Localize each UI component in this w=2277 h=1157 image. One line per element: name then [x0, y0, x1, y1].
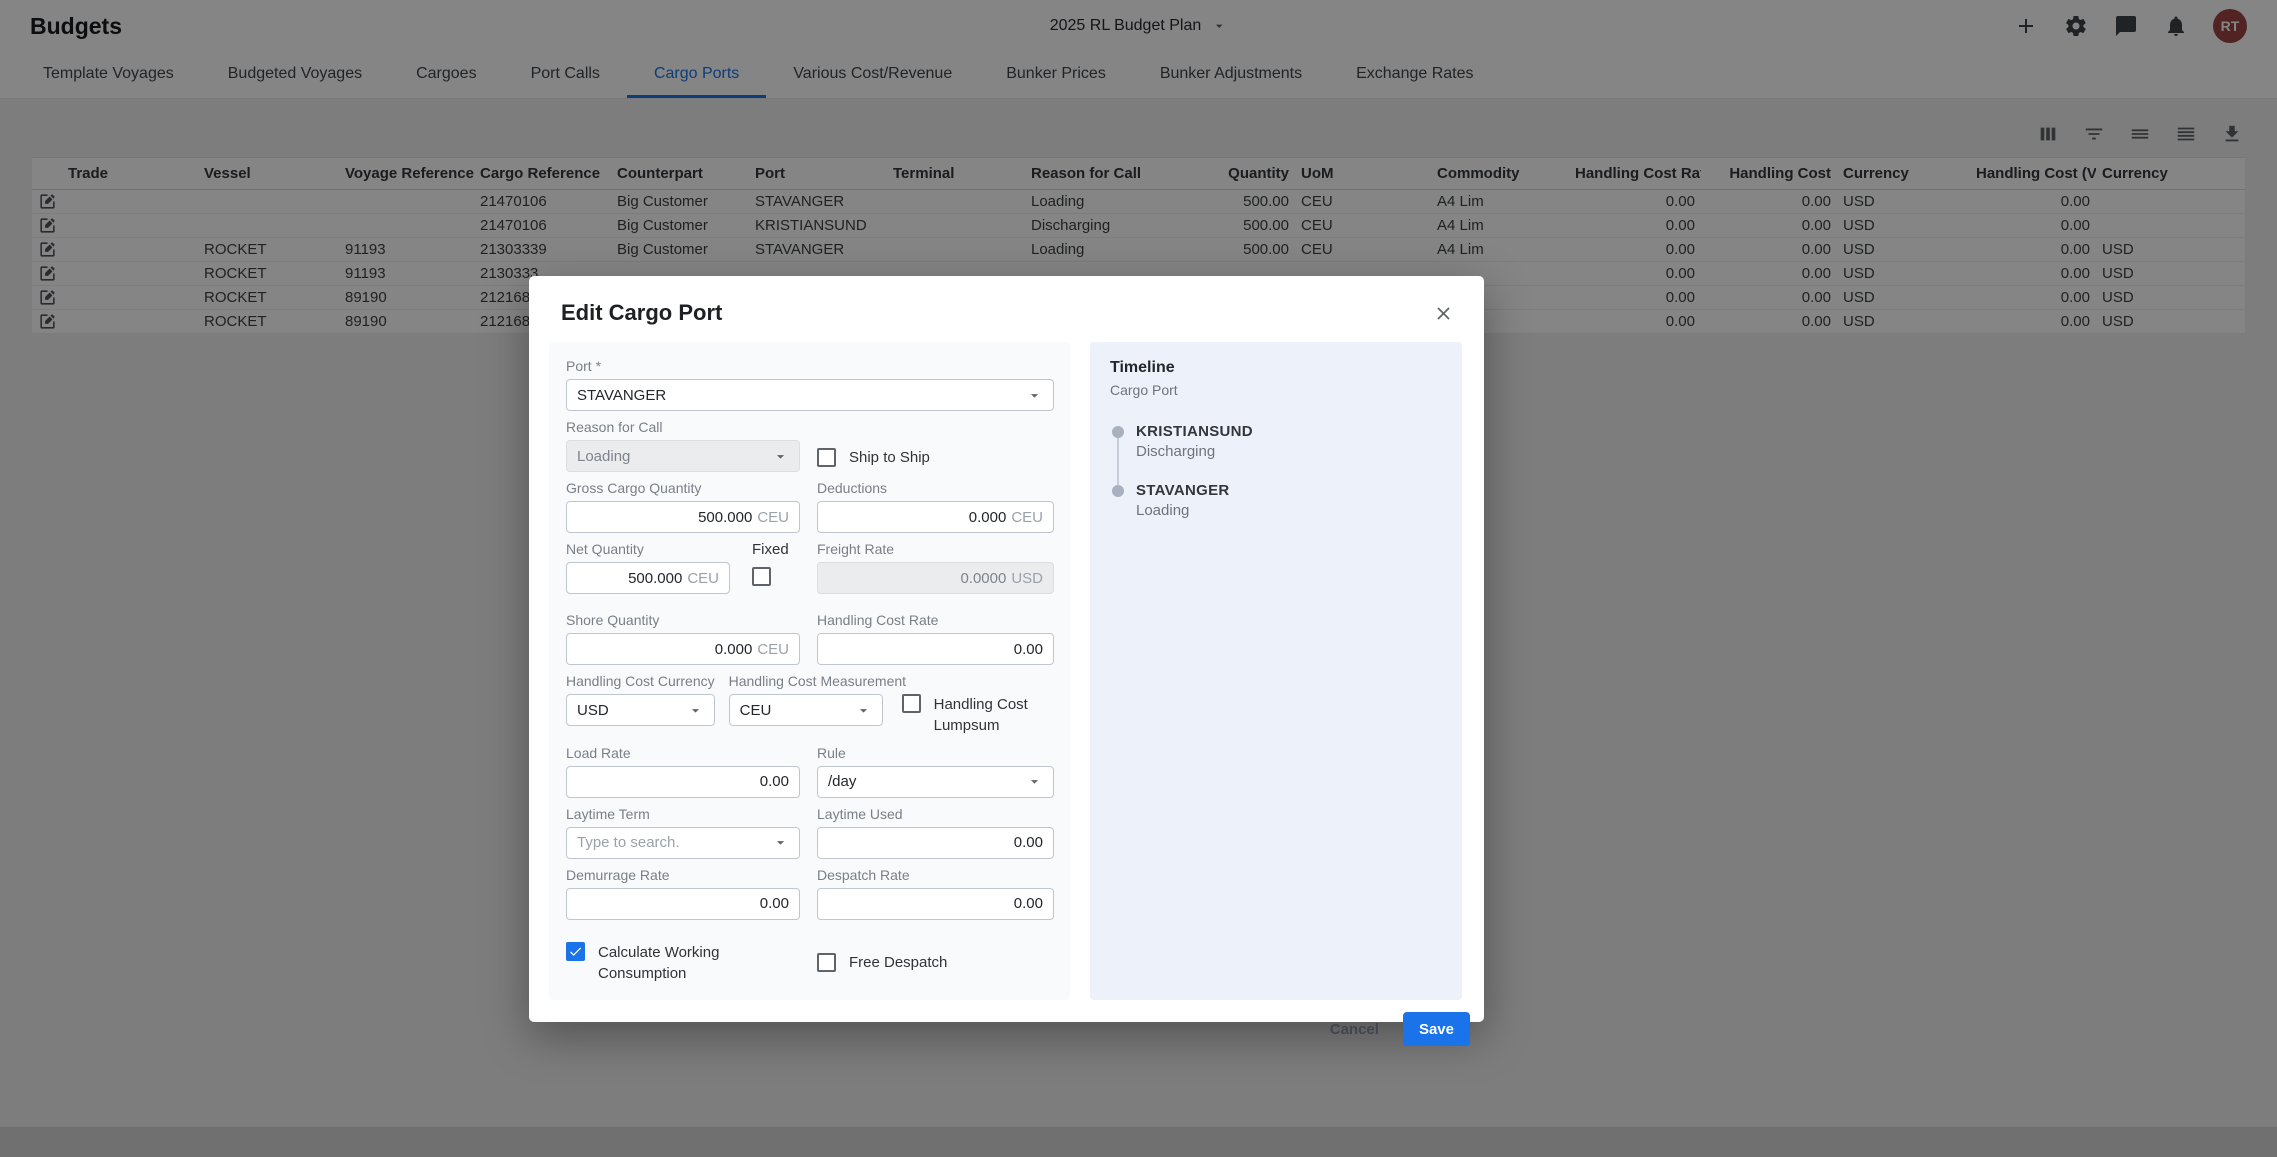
freight-rate-label: Freight Rate	[817, 541, 1054, 557]
chevron-down-icon	[687, 702, 704, 719]
fixed-checkbox[interactable]	[752, 567, 771, 586]
gross-cargo-quantity-label: Gross Cargo Quantity	[566, 480, 800, 496]
handling-cost-measurement-select[interactable]: CEU	[729, 694, 883, 726]
calculate-working-consumption-checkbox[interactable]: Calculate Working Consumption	[566, 942, 817, 985]
timeline-title: Timeline	[1110, 359, 1442, 377]
free-despatch-checkbox[interactable]: Free Despatch	[817, 942, 947, 985]
deductions-input[interactable]: 0.000 CEU	[817, 501, 1054, 533]
despatch-rate-label: Despatch Rate	[817, 867, 1054, 883]
timeline-panel: Timeline Cargo Port KRISTIANSUND Dischar…	[1090, 342, 1462, 1000]
cancel-button[interactable]: Cancel	[1314, 1013, 1395, 1046]
ship-to-ship-checkbox[interactable]: Ship to Ship	[817, 443, 930, 472]
handling-cost-measurement-label: Handling Cost Measurement	[729, 673, 883, 689]
laytime-used-input[interactable]: 0.00	[817, 827, 1054, 859]
dialog-body: Port * STAVANGER Reason for Call Loading	[529, 336, 1484, 1000]
load-rate-input[interactable]: 0.00	[566, 766, 800, 798]
chevron-down-icon	[1026, 387, 1043, 404]
timeline-item: KRISTIANSUND Discharging	[1112, 423, 1442, 460]
close-icon	[1433, 303, 1454, 324]
fields-panel: Port * STAVANGER Reason for Call Loading	[549, 342, 1070, 1000]
net-quantity-input[interactable]: 500.000 CEU	[566, 562, 730, 594]
rule-select[interactable]: /day	[817, 766, 1054, 798]
port-value: STAVANGER	[577, 387, 666, 404]
chevron-down-icon	[855, 702, 872, 719]
laytime-used-label: Laytime Used	[817, 806, 1054, 822]
timeline-dot	[1112, 426, 1124, 438]
fixed-group: Fixed	[752, 541, 789, 594]
handling-cost-rate-label: Handling Cost Rate	[817, 612, 1054, 628]
edit-cargo-port-dialog: Edit Cargo Port Port * STAVANGER Reason …	[529, 276, 1484, 1022]
rule-label: Rule	[817, 745, 1054, 761]
handling-cost-lumpsum-checkbox[interactable]: Handling Cost Lumpsum	[902, 694, 1054, 737]
save-button[interactable]: Save	[1403, 1012, 1470, 1046]
timeline-subtitle: Cargo Port	[1110, 382, 1442, 398]
deductions-label: Deductions	[817, 480, 1054, 496]
dialog-actions: Cancel Save	[529, 1000, 1484, 1062]
close-button[interactable]	[1433, 303, 1454, 324]
reason-for-call-select: Loading	[566, 440, 800, 472]
handling-cost-currency-label: Handling Cost Currency	[566, 673, 715, 689]
demurrage-rate-label: Demurrage Rate	[566, 867, 800, 883]
checkbox-box	[817, 448, 836, 467]
handling-cost-rate-input[interactable]: 0.00	[817, 633, 1054, 665]
laytime-term-label: Laytime Term	[566, 806, 800, 822]
dialog-header: Edit Cargo Port	[529, 276, 1484, 336]
handling-cost-currency-select[interactable]: USD	[566, 694, 715, 726]
shore-quantity-label: Shore Quantity	[566, 612, 800, 628]
laytime-term-select[interactable]: Type to search.	[566, 827, 800, 859]
chevron-down-icon	[772, 834, 789, 851]
shore-quantity-input[interactable]: 0.000 CEU	[566, 633, 800, 665]
chevron-down-icon	[772, 448, 789, 465]
timeline: KRISTIANSUND Discharging STAVANGER Loadi…	[1112, 423, 1442, 519]
freight-rate-input: 0.0000 USD	[817, 562, 1054, 594]
fixed-label: Fixed	[752, 541, 789, 558]
despatch-rate-input[interactable]: 0.00	[817, 888, 1054, 920]
timeline-dot	[1112, 485, 1124, 497]
reason-for-call-label: Reason for Call	[566, 419, 800, 435]
dialog-title: Edit Cargo Port	[561, 300, 722, 326]
timeline-item: STAVANGER Loading	[1112, 482, 1442, 519]
load-rate-label: Load Rate	[566, 745, 800, 761]
port-label: Port *	[566, 358, 1054, 374]
checkbox-box	[566, 942, 585, 961]
demurrage-rate-input[interactable]: 0.00	[566, 888, 800, 920]
checkbox-box	[817, 953, 836, 972]
gross-cargo-quantity-input[interactable]: 500.000 CEU	[566, 501, 800, 533]
checkbox-box	[902, 694, 921, 713]
chevron-down-icon	[1026, 773, 1043, 790]
net-quantity-label: Net Quantity	[566, 541, 730, 557]
port-select[interactable]: STAVANGER	[566, 379, 1054, 411]
